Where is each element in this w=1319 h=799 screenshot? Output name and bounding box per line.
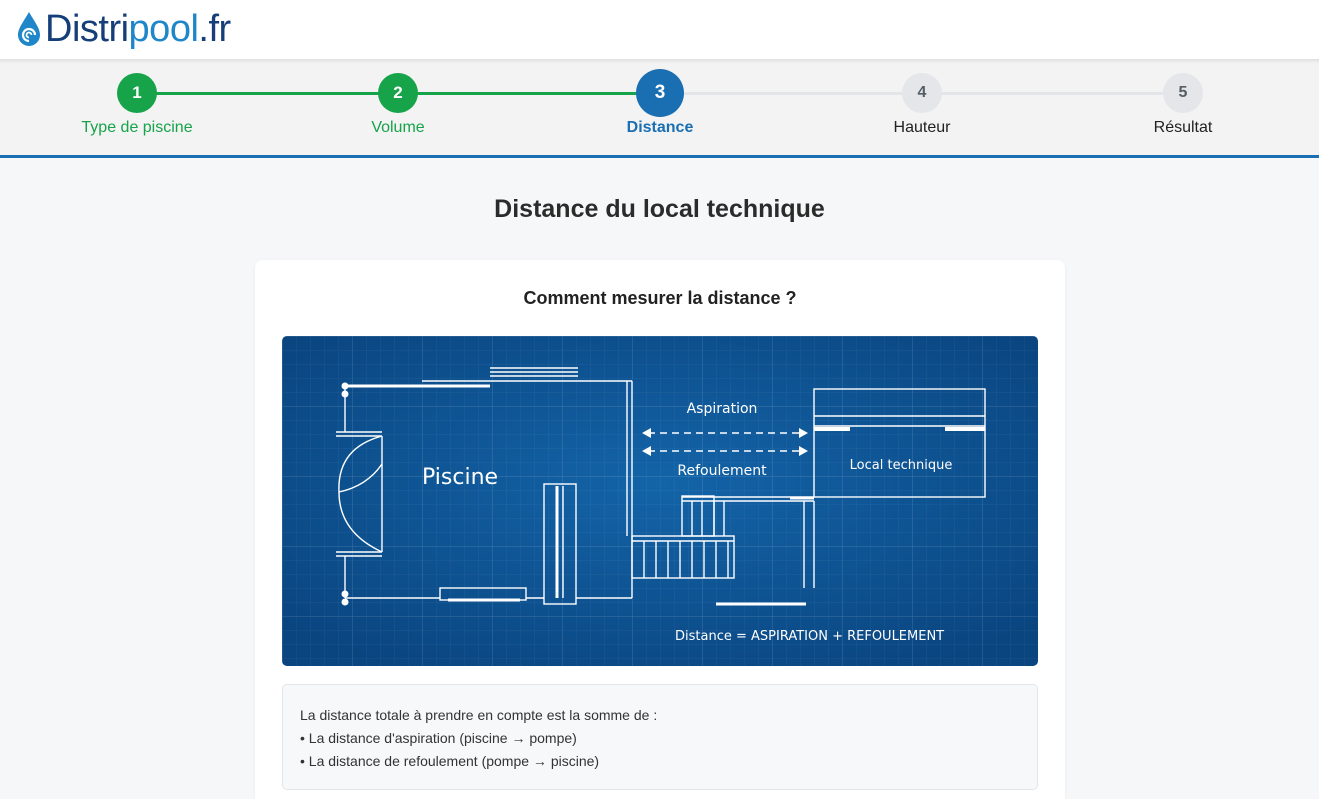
site-header: Distripool.fr: [0, 0, 1319, 59]
blueprint-diagram: Piscine Aspiration Refoulement Local tec…: [282, 336, 1038, 666]
logo-name-light: pool: [128, 8, 199, 50]
card-title: Comment mesurer la distance ?: [523, 288, 797, 308]
step-number-4: 4: [902, 73, 942, 113]
step-label-1: Type de piscine: [81, 119, 193, 136]
info-intro: La distance totale à prendre en compte e…: [300, 707, 658, 723]
step-label-5: Résultat: [1153, 119, 1213, 136]
step-number-3: 3: [636, 69, 684, 117]
distance-info-box: La distance totale à prendre en compte e…: [282, 684, 1038, 790]
step-number-2: 2: [378, 73, 418, 113]
step-label-4: Hauteur: [893, 119, 951, 136]
blueprint-illustration: Piscine Aspiration Refoulement Local tec…: [282, 336, 1038, 666]
step-number-1: 1: [117, 73, 157, 113]
water-drop-logo-icon: [18, 12, 40, 46]
info-item-return: • La distance de refoulement (pompe → pi…: [300, 753, 600, 769]
pool-label: Piscine: [422, 465, 498, 490]
return-label: Refoulement: [677, 463, 767, 479]
info-item-suction: • La distance d'aspiration (piscine → po…: [300, 730, 577, 746]
step-connector-3: [660, 92, 922, 95]
logo-suffix: .fr: [198, 8, 231, 50]
distance-help-card: Comment mesurer la distance ? Piscine As…: [255, 260, 1065, 799]
logo-name-dark: Distri: [45, 8, 129, 50]
logo-wordmark: Distripool.fr: [45, 6, 231, 52]
progress-stepper: 1 Type de piscine 2 Volume 3 Distance 4 …: [0, 59, 1319, 158]
step-connector-4: [922, 92, 1183, 95]
technical-room-label: Local technique: [850, 458, 953, 473]
step-label-3: Distance: [626, 119, 694, 136]
step-connector-1: [137, 92, 398, 95]
page-title: Distance du local technique: [494, 195, 825, 223]
suction-label: Aspiration: [687, 401, 758, 417]
site-logo[interactable]: Distripool.fr: [16, 6, 231, 52]
step-number-5: 5: [1163, 73, 1203, 113]
step-connector-2: [398, 92, 660, 95]
step-label-2: Volume: [371, 119, 425, 136]
distance-formula: Distance = ASPIRATION + REFOULEMENT: [675, 629, 944, 644]
